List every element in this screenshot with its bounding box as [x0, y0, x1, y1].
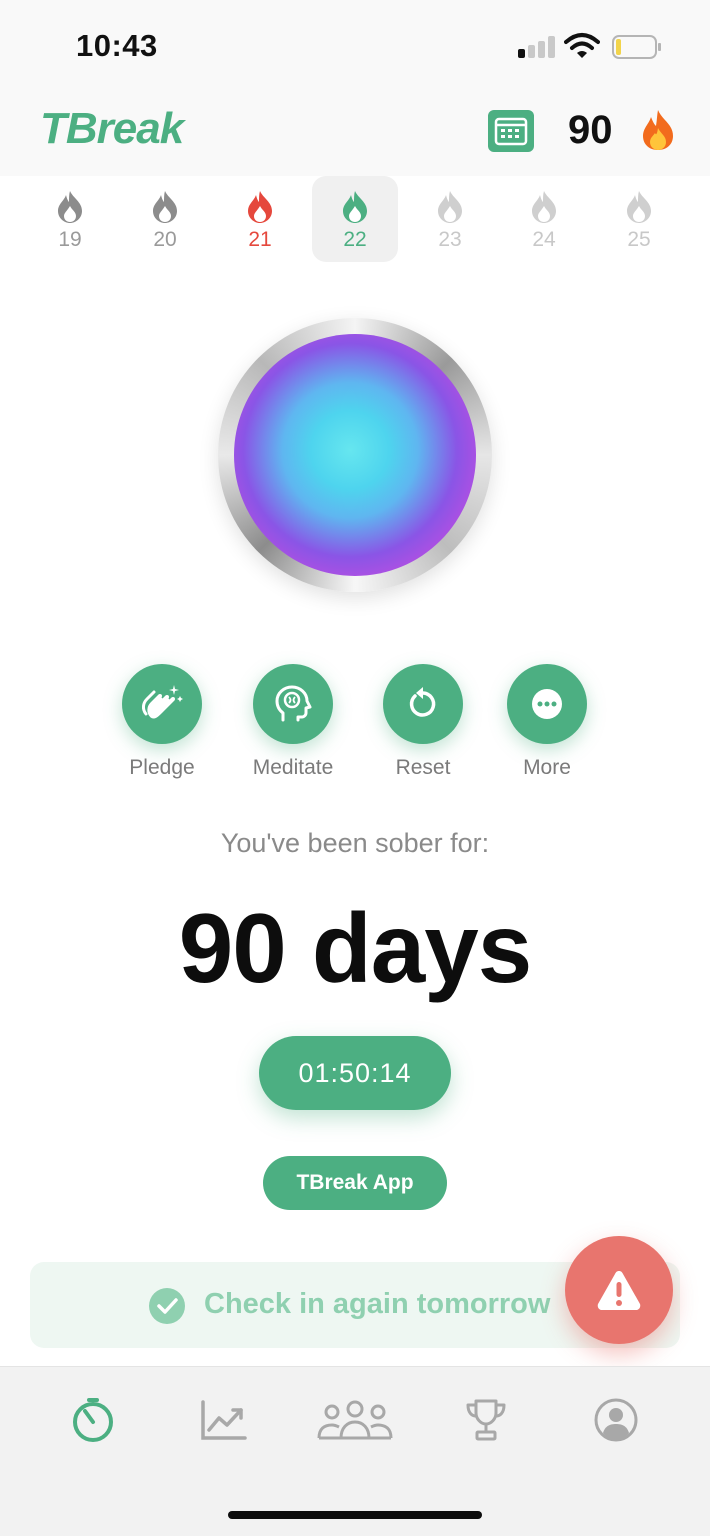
more-button-circle: [507, 664, 587, 744]
tbreak-app-button[interactable]: TBreak App: [263, 1156, 447, 1210]
day-number: 19: [58, 228, 82, 251]
pledge-button[interactable]: Pledge: [97, 664, 227, 780]
timer-icon: [73, 1398, 113, 1442]
pledge-button-circle: [122, 664, 202, 744]
app-header: TBreak 90: [0, 90, 710, 176]
status-time: 10:43: [76, 28, 158, 63]
day-number: 22: [343, 228, 367, 251]
flame-icon: [248, 191, 272, 223]
day-21[interactable]: 21: [217, 176, 303, 262]
action-buttons: Pledge Meditate Reset More: [0, 664, 710, 784]
progress-chart-icon: [201, 1400, 247, 1440]
app-screen: 10:43 TBreak 90 19 20 21 22 23 24 25 Ple…: [0, 0, 710, 1536]
trophy-icon: [466, 1399, 506, 1441]
cellular-signal-icon: [518, 36, 556, 58]
day-number: 25: [627, 228, 651, 251]
elapsed-timer[interactable]: 01:50:14: [259, 1036, 451, 1110]
tab-profile[interactable]: [576, 1395, 656, 1445]
tab-achievements[interactable]: [446, 1395, 526, 1445]
day-23[interactable]: 23: [407, 176, 493, 262]
sober-days-count: 90 days: [178, 893, 533, 1003]
clapping-hands-icon: [142, 685, 183, 721]
flame-icon: [627, 191, 651, 223]
progress-orb[interactable]: [218, 318, 492, 592]
flame-icon: [58, 191, 82, 223]
emergency-button[interactable]: [565, 1236, 673, 1344]
profile-icon: [594, 1398, 638, 1442]
day-number: 24: [532, 228, 556, 251]
meditate-label: Meditate: [252, 756, 334, 779]
more-icon: [532, 689, 562, 719]
calendar-icon: [494, 117, 528, 146]
warning-icon: [597, 1271, 641, 1310]
day-25[interactable]: 25: [596, 176, 682, 262]
calendar-button[interactable]: [488, 110, 534, 152]
day-20[interactable]: 20: [122, 176, 208, 262]
reset-button[interactable]: Reset: [358, 664, 488, 780]
battery-icon: [612, 35, 661, 59]
reset-icon: [409, 687, 436, 717]
meditate-button-circle: [253, 664, 333, 744]
sober-label: You've been sober for:: [220, 828, 490, 858]
more-button[interactable]: More: [482, 664, 612, 780]
tab-timer[interactable]: [53, 1395, 133, 1445]
tab-bar: [0, 1366, 710, 1536]
streak-count: 90: [568, 108, 613, 152]
day-24[interactable]: 24: [501, 176, 587, 262]
tab-progress[interactable]: [184, 1395, 264, 1445]
more-label: More: [523, 756, 571, 779]
check-circle-icon: [149, 1288, 185, 1324]
fire-icon: [643, 110, 673, 150]
app-logo: TBreak: [40, 104, 184, 153]
pledge-label: Pledge: [129, 756, 195, 779]
brain-head-icon: [275, 685, 312, 722]
reset-label: Reset: [395, 756, 451, 779]
flame-icon: [438, 191, 462, 223]
week-streak-strip: 19 20 21 22 23 24 25: [22, 176, 688, 262]
day-19[interactable]: 19: [27, 176, 113, 262]
community-icon: [317, 1400, 393, 1440]
home-indicator: [228, 1511, 482, 1519]
day-number: 23: [438, 228, 462, 251]
day-number: 20: [153, 228, 177, 251]
day-number: 21: [248, 228, 272, 251]
wifi-icon: [564, 33, 600, 58]
flame-icon: [343, 191, 367, 223]
reset-button-circle: [383, 664, 463, 744]
flame-icon: [532, 191, 556, 223]
flame-icon: [153, 191, 177, 223]
checkin-text: Check in again tomorrow: [204, 1288, 551, 1320]
tab-community[interactable]: [315, 1395, 395, 1445]
status-bar: 10:43: [0, 0, 710, 90]
meditate-button[interactable]: Meditate: [228, 664, 358, 780]
orb-glow: [234, 334, 476, 576]
day-22[interactable]: 22: [312, 176, 398, 262]
